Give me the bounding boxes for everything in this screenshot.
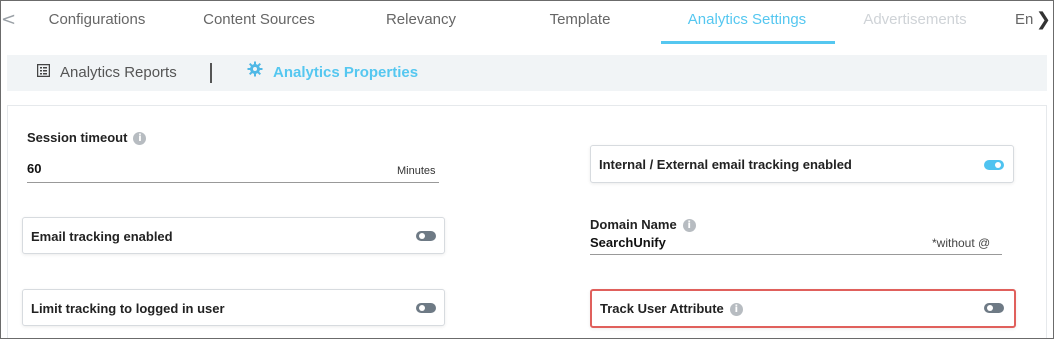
- internal-external-toggle[interactable]: [984, 160, 1004, 170]
- internal-external-label: Internal / External email tracking enabl…: [599, 157, 852, 172]
- info-icon[interactable]: i: [729, 303, 743, 317]
- track-user-attribute-toggle[interactable]: [984, 303, 1004, 313]
- limit-tracking-card: Limit tracking to logged in user: [22, 289, 445, 326]
- track-user-attribute-label-wrap: Track User Attribute i: [600, 301, 743, 317]
- track-user-attribute-card: Track User Attribute i: [590, 289, 1016, 328]
- domain-name-input[interactable]: SearchUnify: [590, 235, 666, 250]
- top-tab-bar: < Configurations Content Sources Relevan…: [1, 1, 1053, 45]
- email-tracking-label: Email tracking enabled: [31, 229, 173, 244]
- limit-tracking-label: Limit tracking to logged in user: [31, 301, 225, 316]
- session-timeout-underline: [27, 182, 439, 183]
- session-timeout-label-text: Session timeout: [27, 130, 128, 145]
- limit-tracking-toggle[interactable]: [416, 303, 436, 313]
- report-icon: [36, 55, 51, 91]
- subtab-analytics-reports-label: Analytics Reports: [60, 64, 177, 81]
- tab-advertisements[interactable]: Advertisements: [855, 1, 975, 43]
- tab-template[interactable]: Template: [543, 1, 617, 43]
- tab-configurations[interactable]: Configurations: [41, 1, 153, 43]
- track-user-attribute-label: Track User Attribute: [600, 301, 724, 316]
- session-timeout-input[interactable]: 60: [27, 161, 41, 176]
- domain-name-label-text: Domain Name: [590, 217, 677, 232]
- domain-name-hint: *without @: [932, 236, 991, 250]
- tab-content-sources[interactable]: Content Sources: [197, 1, 321, 43]
- info-icon[interactable]: i: [682, 219, 696, 233]
- subtab-analytics-properties-label: Analytics Properties: [273, 64, 419, 81]
- domain-name-underline: [590, 254, 1002, 255]
- email-tracking-card: Email tracking enabled: [22, 217, 445, 254]
- scroll-left-icon[interactable]: <: [1, 9, 16, 30]
- subtab-divider: [210, 63, 212, 83]
- email-tracking-toggle[interactable]: [416, 231, 436, 241]
- session-timeout-unit: Minutes: [397, 165, 436, 177]
- internal-external-card: Internal / External email tracking enabl…: [590, 145, 1014, 183]
- subtab-analytics-properties[interactable]: Analytics Properties: [247, 55, 418, 91]
- gear-icon: [247, 55, 263, 91]
- tab-truncated[interactable]: En: [1015, 1, 1037, 43]
- active-tab-indicator: [661, 41, 835, 44]
- domain-name-label: Domain Name i: [590, 217, 696, 233]
- analytics-settings-window: < Configurations Content Sources Relevan…: [0, 0, 1054, 339]
- tab-analytics-settings[interactable]: Analytics Settings: [677, 1, 817, 43]
- tab-relevancy[interactable]: Relevancy: [381, 1, 461, 43]
- scroll-right-icon[interactable]: ❯: [1036, 9, 1051, 30]
- info-icon[interactable]: i: [133, 132, 147, 146]
- subtab-analytics-reports[interactable]: Analytics Reports: [36, 55, 177, 91]
- sub-tab-bar: Analytics Reports Analytics Properties: [7, 55, 1047, 91]
- session-timeout-label: Session timeout i: [27, 130, 147, 146]
- analytics-properties-panel: Session timeout i 60 Minutes Email tracki…: [7, 105, 1047, 338]
